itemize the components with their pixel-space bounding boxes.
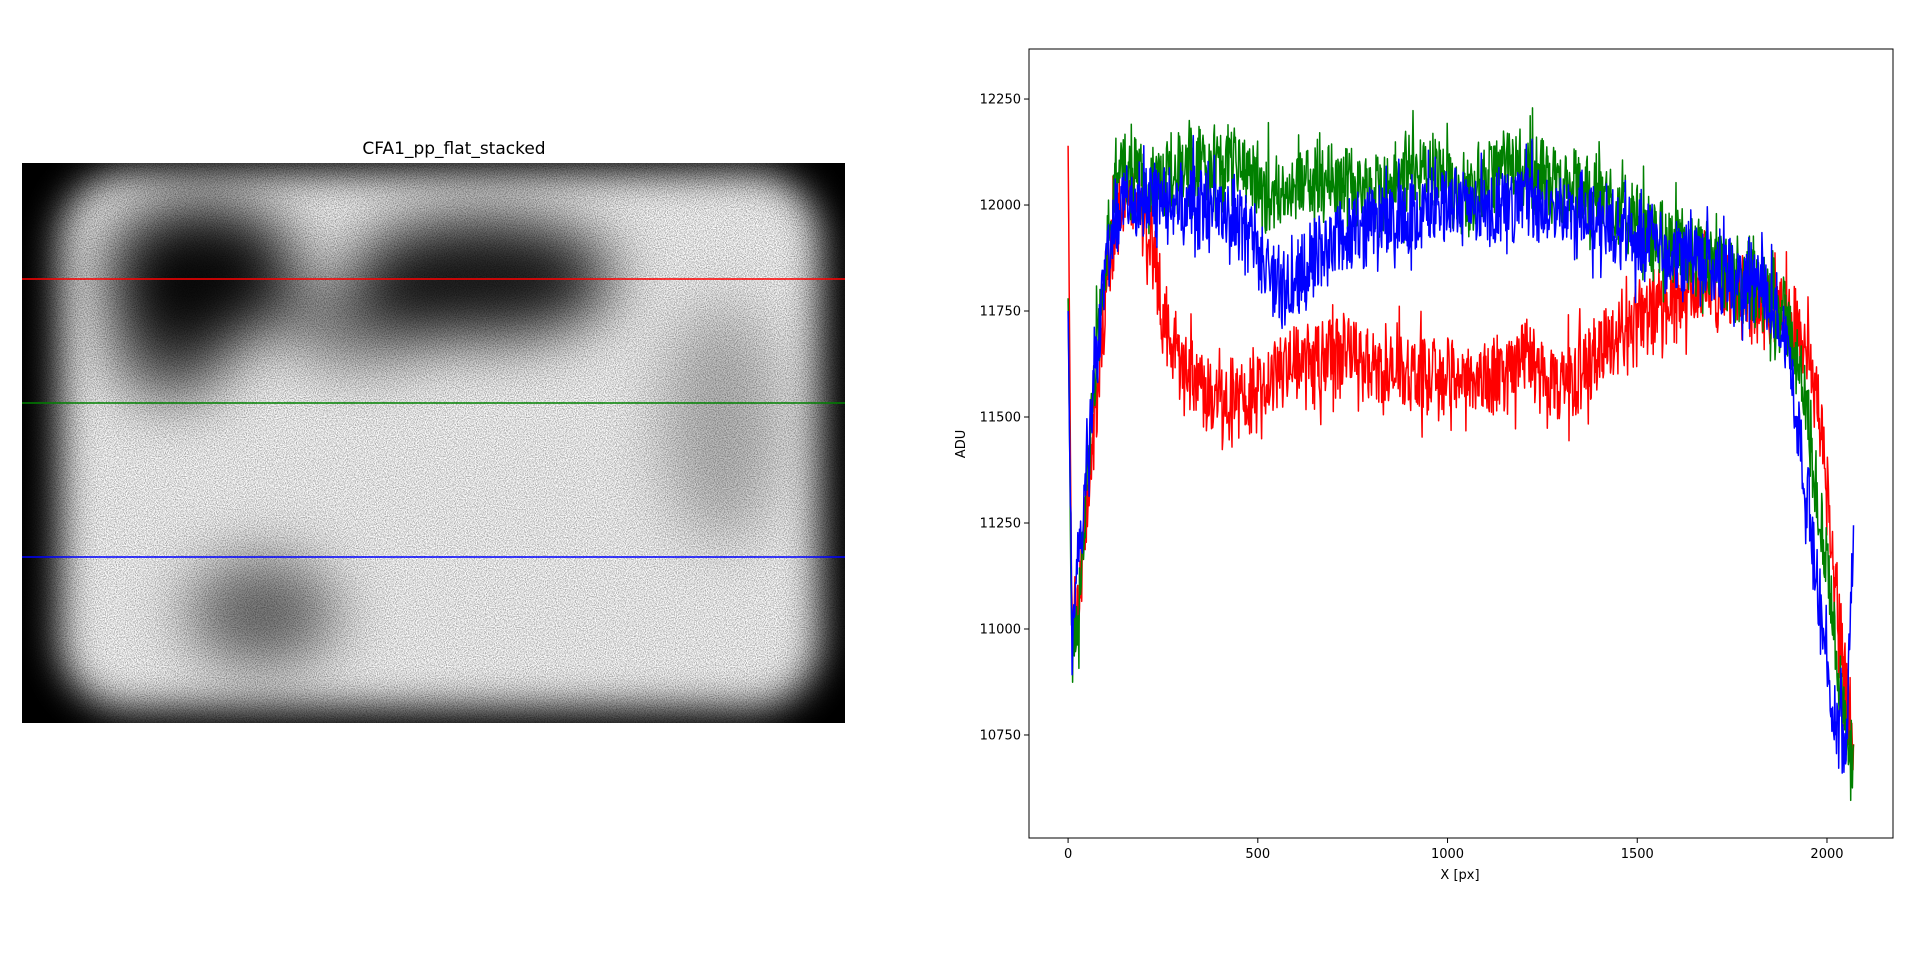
- y-tick-label: 11750: [980, 305, 1021, 320]
- y-axis-label: ADU: [954, 430, 969, 458]
- x-axis-label: X [px]: [1440, 868, 1479, 883]
- red-row-line: [1067, 145, 1855, 771]
- y-tick-label: 12000: [980, 199, 1021, 214]
- x-tick-label: 1500: [1621, 847, 1654, 862]
- x-tick-label: 0: [1064, 847, 1072, 862]
- y-tick-label: 10750: [980, 728, 1021, 743]
- x-tick-label: 1000: [1431, 847, 1464, 862]
- y-tick-label: 11250: [980, 516, 1021, 531]
- y-tick-label: 12250: [980, 93, 1021, 108]
- x-tick-label: 2000: [1810, 847, 1843, 862]
- x-tick-label: 500: [1245, 847, 1270, 862]
- profile-chart: 0 500 1000 1500 2000 10750 11000 11250 11500 117…: [954, 48, 1894, 883]
- y-tick-label: 11500: [980, 411, 1021, 426]
- y-tick-label: 11000: [980, 622, 1021, 637]
